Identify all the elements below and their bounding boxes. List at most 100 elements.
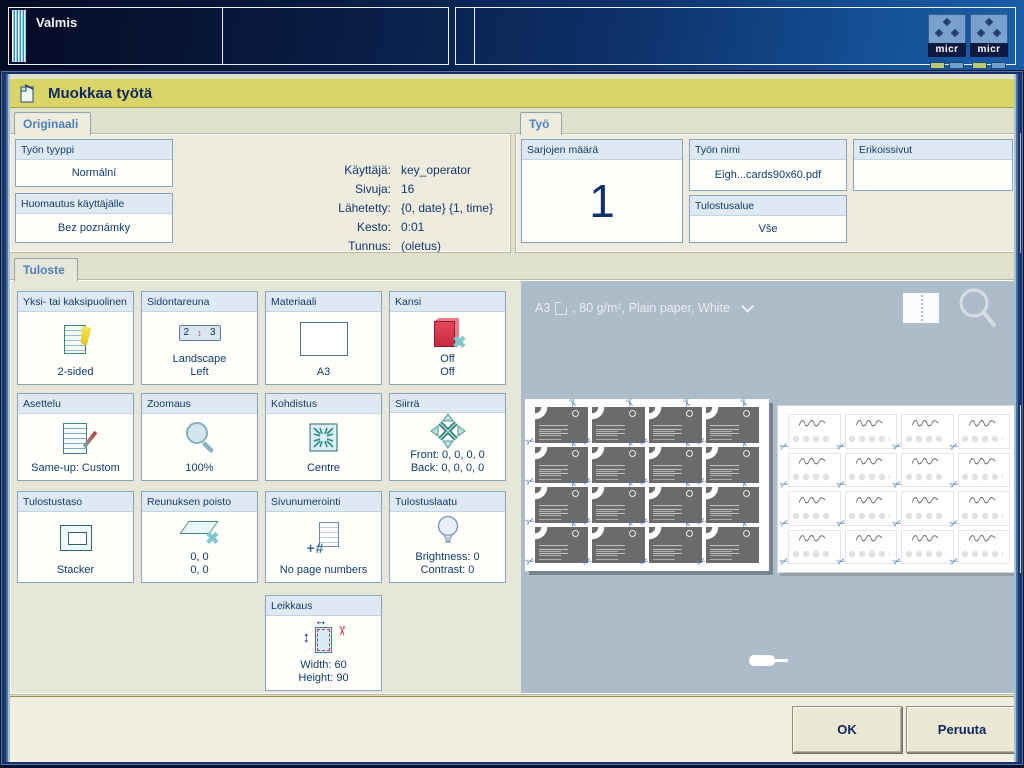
job-name-tile[interactable]: Työn nimi Eigh...cards90x60.pdf xyxy=(689,139,847,191)
tile-header: Sivunumerointi xyxy=(266,492,381,512)
shift-tile[interactable]: Siirrä Front: 0, 0, 0, 0 Back: 0, 0, 0, … xyxy=(389,393,506,481)
number-of-sets-tile[interactable]: Sarjojen määrä 1 xyxy=(521,139,683,243)
layout-tile[interactable]: Asettelu Same-up: Custom xyxy=(17,393,134,481)
align-centre-icon xyxy=(309,423,339,453)
tile-header: Yksi- tai kaksipuolinen xyxy=(18,292,133,312)
tab-originaali[interactable]: Originaali xyxy=(14,112,91,135)
ok-button[interactable]: OK xyxy=(792,706,902,753)
magnifier-icon xyxy=(182,420,218,456)
tile-header: Työn tyyppi xyxy=(16,140,172,160)
back-card: ✂ xyxy=(845,414,898,449)
micr-printer-icon[interactable]: micr xyxy=(928,14,966,69)
front-card: ✂✂ xyxy=(706,487,759,523)
media-size-label: A3 xyxy=(535,301,550,315)
status-tab-group-left[interactable]: Valmis xyxy=(8,7,449,65)
tile-value: Vše xyxy=(690,216,846,242)
tile-header: Reunuksen poisto xyxy=(142,492,257,512)
special-pages-tile[interactable]: Erikoissivut xyxy=(853,139,1013,191)
preview-zoom-icon[interactable] xyxy=(957,287,997,329)
back-card: ✂ xyxy=(901,453,954,488)
sheet-icon xyxy=(555,302,567,315)
sets-count-value: 1 xyxy=(522,160,682,242)
back-card: ✂ xyxy=(788,453,841,488)
divider xyxy=(474,8,475,64)
job-info-block: Käyttäjä:key_operator Sivuja:16 Lähetett… xyxy=(161,161,501,256)
paper-outline-icon xyxy=(300,322,348,356)
edge-erase-icon xyxy=(180,515,220,549)
micr-printer-icon[interactable]: micr xyxy=(970,14,1008,69)
binding-num-left: 2 xyxy=(184,327,190,338)
back-card: ✂ xyxy=(845,453,898,488)
grip-stripes-icon xyxy=(12,10,26,62)
media-selector[interactable]: A3 , 80 g/m², Plain paper, White xyxy=(535,301,750,315)
info-value: (oletus) xyxy=(401,237,441,256)
info-label: Sivuja: xyxy=(161,180,391,199)
dialog-title: Muokkaa työtä xyxy=(48,85,152,102)
top-status-bar: Valmis micr micr xyxy=(0,0,1024,70)
edit-job-dialog: Muokkaa työtä Originaali Työn tyyppi Nor… xyxy=(2,72,1022,764)
print-preview-area: A3 , 80 g/m², Plain paper, White ✂✂✂✂✂✂✂… xyxy=(521,281,1017,693)
tile-value: Normální xyxy=(16,160,172,186)
alignment-tile[interactable]: Kohdistus Centre xyxy=(265,393,382,481)
tile-header: Työn nimi xyxy=(690,140,846,160)
tab-tuloste[interactable]: Tuloste xyxy=(14,258,78,281)
binding-num-right: 3 xyxy=(210,327,216,338)
tile-value: 0, 0 0, 0 xyxy=(142,551,257,582)
back-card: ✂ xyxy=(901,414,954,449)
info-value: key_operator xyxy=(401,161,471,180)
tile-value: Front: 0, 0, 0, 0 Back: 0, 0, 0, 0 xyxy=(390,449,505,480)
binding-edge-tile[interactable]: Sidontareuna 2 ↕ 3 Landscape Left xyxy=(141,291,258,385)
binding-edge-icon: 2 ↕ 3 xyxy=(179,325,221,341)
back-card: ✂ xyxy=(901,491,954,526)
note-to-user-tile[interactable]: Huomautus käyttäjälle Bez poznámky xyxy=(15,193,173,243)
cover-tile[interactable]: Kansi Off Off xyxy=(389,291,506,385)
preview-page-back: ✂✂✂✂✂✂✂✂✂✂✂✂✂✂✂✂ xyxy=(777,405,1021,573)
tile-header: Siirrä xyxy=(390,394,505,413)
tile-value: Width: 60 Height: 90 xyxy=(266,659,381,690)
tile-header: Kohdistus xyxy=(266,394,381,414)
tile-header: Sidontareuna xyxy=(142,292,257,312)
front-card: ✂✂ xyxy=(706,447,759,483)
original-panel: Originaali Työn tyyppi Normální Huomautu… xyxy=(10,112,510,252)
tile-value: Stacker xyxy=(18,564,133,582)
page-number-glyphs: +# xyxy=(307,540,325,556)
tile-value: Landscape Left xyxy=(142,353,257,384)
tile-value xyxy=(854,160,1012,190)
tile-header: Zoomaus xyxy=(142,394,257,414)
plug-handle-icon xyxy=(749,655,775,666)
micr-label: micr xyxy=(928,43,966,57)
edit-job-icon xyxy=(19,84,37,103)
media-tile[interactable]: Materiaali A3 xyxy=(265,291,382,385)
tile-header: Tulostuslaatu xyxy=(390,492,505,512)
page-numbering-tile[interactable]: Sivunumerointi +# No page numbers xyxy=(265,491,382,583)
preview-front-grid: ✂✂✂✂✂✂✂✂✂✂✂✂✂✂✂✂✂✂✂✂✂✂✂✂✂✂✂✂✂✂✂✂ xyxy=(535,407,759,563)
info-value: {0, date} {1, time} xyxy=(401,199,493,218)
back-card: ✂ xyxy=(845,530,898,565)
divider xyxy=(222,8,223,64)
binding-flip-icon: ↕ xyxy=(197,328,202,338)
edge-erase-tile[interactable]: Reunuksen poisto 0, 0 0, 0 xyxy=(141,491,258,583)
print-range-tile[interactable]: Tulostusalue Vše xyxy=(689,195,847,243)
print-quality-tile[interactable]: Tulostuslaatu Brightness: 0 Contrast: 0 xyxy=(389,491,506,583)
duplex-tile[interactable]: Yksi- tai kaksipuolinen 2-sided xyxy=(17,291,134,385)
cancel-button[interactable]: Peruuta xyxy=(906,706,1018,753)
zoom-tile[interactable]: Zoomaus 100% xyxy=(141,393,258,481)
back-card: ✂ xyxy=(788,491,841,526)
tab-tyo[interactable]: Työ xyxy=(520,112,562,135)
dialog-title-bar: Muokkaa työtä xyxy=(10,79,1014,108)
page-number-icon: +# xyxy=(307,522,341,554)
tile-value: Centre xyxy=(266,462,381,480)
spread-view-icon[interactable] xyxy=(903,293,939,323)
back-card: ✂ xyxy=(788,530,841,565)
output-tray-tile[interactable]: Tulostustaso Stacker xyxy=(17,491,134,583)
tile-header: Kansi xyxy=(390,292,505,312)
tile-header: Asettelu xyxy=(18,394,133,414)
tile-value: Off Off xyxy=(390,353,505,384)
back-card: ✂ xyxy=(845,491,898,526)
job-type-tile[interactable]: Työn tyyppi Normální xyxy=(15,139,173,187)
trim-tile[interactable]: Leikkaus ↔ ↕ ✂ Width: 60 Height: 90 xyxy=(265,595,382,691)
status-tab-group-right[interactable]: micr micr xyxy=(455,7,1016,65)
dialog-footer: OK Peruuta xyxy=(6,696,1018,762)
back-card: ✂ xyxy=(958,530,1011,565)
tile-value: 100% xyxy=(142,462,257,480)
